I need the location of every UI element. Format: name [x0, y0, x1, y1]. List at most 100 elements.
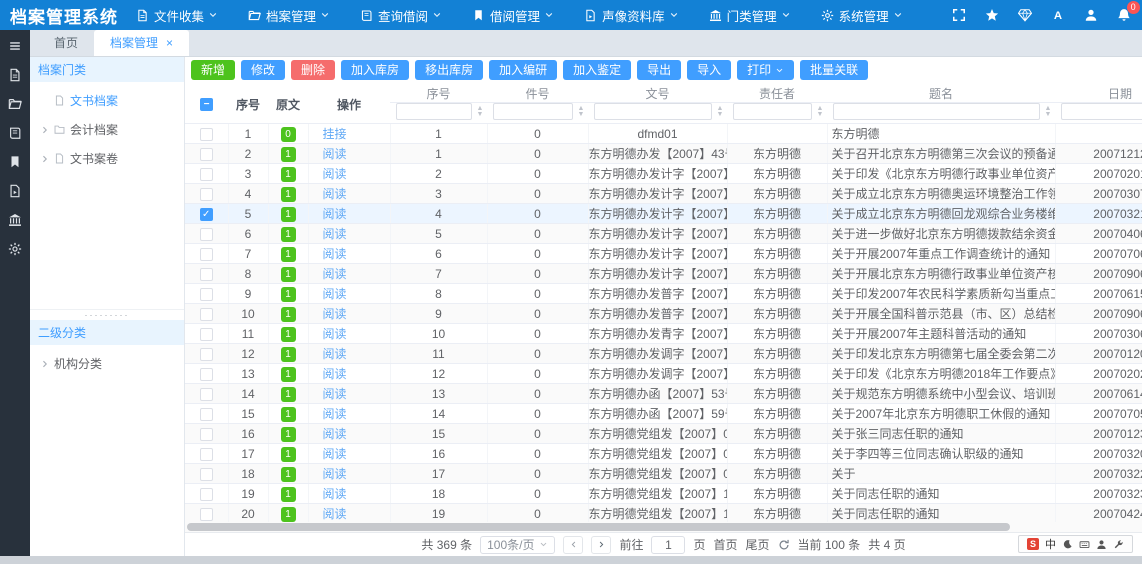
row-checkbox[interactable]	[200, 368, 213, 381]
sort-spinner[interactable]: ▲▼	[1043, 106, 1053, 118]
table-row[interactable]: 61阅读50东方明德办发计字【2007】15号东方明德关于进一步做好北京东方明德…	[185, 224, 1142, 244]
column-header[interactable]: 操作	[308, 83, 390, 124]
tree-item[interactable]: 会计档案	[30, 115, 184, 144]
top-menu-item[interactable]: 门类管理	[709, 6, 791, 25]
toolbar-button[interactable]: 新增	[191, 60, 235, 80]
media-file-icon[interactable]	[8, 184, 22, 198]
column-filter-input[interactable]	[594, 103, 712, 120]
row-checkbox[interactable]	[200, 388, 213, 401]
tree-item[interactable]: 文书案卷	[30, 144, 184, 173]
column-filter-input[interactable]	[833, 103, 1040, 120]
column-header[interactable]: 责任者	[727, 83, 827, 103]
row-checkbox[interactable]	[200, 148, 213, 161]
top-menu-item[interactable]: 查询借阅	[360, 6, 442, 25]
gem-icon[interactable]	[1018, 8, 1032, 22]
row-action-link[interactable]: 阅读	[323, 147, 347, 161]
toolbar-button[interactable]: 导出	[637, 60, 681, 80]
row-checkbox[interactable]	[200, 428, 213, 441]
row-action-link[interactable]: 阅读	[323, 307, 347, 321]
table-row[interactable]: 71阅读60东方明德办发计字【2007】27号东方明德关于开展2007年重点工作…	[185, 244, 1142, 264]
person-icon[interactable]	[1096, 539, 1107, 550]
row-action-link[interactable]: 阅读	[323, 167, 347, 181]
toolbar-button[interactable]: 加入编研	[489, 60, 557, 80]
bookmark-icon[interactable]	[8, 155, 22, 169]
top-menu-item[interactable]: 档案管理	[248, 6, 330, 25]
row-checkbox[interactable]	[200, 268, 213, 281]
column-header[interactable]: 原文	[268, 83, 308, 124]
row-action-link[interactable]: 阅读	[323, 207, 347, 221]
top-menu-item[interactable]: 系统管理	[821, 6, 903, 25]
column-header[interactable]: 序号	[228, 83, 268, 124]
table-row[interactable]: 141阅读130东方明德办函【2007】53号东方明德关于规范东方明德系统中小型…	[185, 384, 1142, 404]
row-action-link[interactable]: 阅读	[323, 287, 347, 301]
horizontal-scrollbar-thumb[interactable]	[187, 523, 1010, 531]
chevron-right-icon[interactable]	[40, 154, 50, 164]
table-row[interactable]: 191阅读180东方明德党组发【2007】10号东方明德关于同志任职的通知200…	[185, 484, 1142, 504]
user-icon[interactable]	[1084, 8, 1098, 22]
wrench-icon[interactable]	[1113, 539, 1124, 550]
toolbar-button[interactable]: 删除	[291, 60, 335, 80]
tab-home[interactable]: 首页	[38, 30, 94, 56]
row-checkbox[interactable]	[200, 448, 213, 461]
table-row[interactable]: 171阅读160东方明德党组发【2007】08号东方明德关于李四等三位同志确认职…	[185, 444, 1142, 464]
toolbar-button[interactable]: 移出库房	[415, 60, 483, 80]
row-action-link[interactable]: 阅读	[323, 427, 347, 441]
toolbar-button[interactable]: 加入库房	[341, 60, 409, 80]
table-row[interactable]: 111阅读100东方明德办发青字【2007】8号东方明德关于开展2007年主题科…	[185, 324, 1142, 344]
table-row[interactable]: 10挂接10dfmd01东方明德	[185, 124, 1142, 144]
row-action-link[interactable]: 阅读	[323, 447, 347, 461]
row-checkbox[interactable]	[200, 188, 213, 201]
table-row[interactable]: 91阅读80东方明德办发普字【2007】25号东方明德关于印发2007年农民科学…	[185, 284, 1142, 304]
row-checkbox[interactable]	[200, 508, 213, 521]
table-row[interactable]: 121阅读110东方明德办发调字【2007】3号东方明德关于印发北京东方明德第七…	[185, 344, 1142, 364]
chevron-right-icon[interactable]	[40, 359, 50, 369]
sort-spinner[interactable]: ▲▼	[715, 106, 725, 118]
panel-splitter[interactable]: ·········	[30, 309, 184, 320]
row-action-link[interactable]: 阅读	[323, 347, 347, 361]
row-checkbox[interactable]	[200, 228, 213, 241]
star-icon[interactable]	[985, 8, 999, 22]
column-header[interactable]: 题名	[827, 83, 1055, 103]
toolbar-button[interactable]: 加入鉴定	[563, 60, 631, 80]
file-icon[interactable]	[8, 68, 22, 82]
column-filter-input[interactable]	[396, 103, 472, 120]
row-action-link[interactable]: 挂接	[323, 127, 347, 141]
table-row[interactable]: 131阅读120东方明德办发调字【2007】5号东方明德关于印发《北京东方明德2…	[185, 364, 1142, 384]
row-action-link[interactable]: 阅读	[323, 367, 347, 381]
row-checkbox[interactable]	[200, 348, 213, 361]
row-checkbox[interactable]	[200, 408, 213, 421]
column-header[interactable]: 件号	[487, 83, 588, 103]
row-checkbox[interactable]	[200, 308, 213, 321]
row-action-link[interactable]: 阅读	[323, 227, 347, 241]
row-action-link[interactable]: 阅读	[323, 507, 347, 521]
row-checkbox[interactable]	[200, 128, 213, 141]
row-action-link[interactable]: 阅读	[323, 467, 347, 481]
top-menu-item[interactable]: 声像资料库	[584, 6, 679, 25]
bank-icon[interactable]	[8, 213, 22, 227]
table-row[interactable]: ✓51阅读40东方明德办发计字【2007】11号东方明德关于成立北京东方明德回龙…	[185, 204, 1142, 224]
folder-icon[interactable]	[8, 97, 22, 111]
row-action-link[interactable]: 阅读	[323, 267, 347, 281]
prev-page-button[interactable]	[563, 536, 583, 554]
sort-spinner[interactable]: ▲▼	[475, 106, 485, 118]
close-icon[interactable]: ×	[166, 30, 173, 56]
top-menu-item[interactable]: 文件收集	[136, 6, 218, 25]
toolbar-button[interactable]: 修改	[241, 60, 285, 80]
menu-icon[interactable]	[8, 39, 22, 53]
moon-icon[interactable]	[1062, 539, 1073, 550]
table-row[interactable]: 181阅读170东方明德党组发【2007】09号东方明德关于20070322	[185, 464, 1142, 484]
ime-logo-icon[interactable]: S	[1027, 538, 1039, 550]
keyboard-icon[interactable]	[1079, 539, 1090, 550]
table-row[interactable]: 31阅读20东方明德办发计字【2007】4号东方明德关于印发《北京东方明德行政事…	[185, 164, 1142, 184]
column-header[interactable]: 文号	[588, 83, 727, 103]
row-checkbox[interactable]	[200, 328, 213, 341]
table-row[interactable]: 21阅读10东方明德办发【2007】43号东方明德关于召开北京东方明德第三次会议…	[185, 144, 1142, 164]
row-action-link[interactable]: 阅读	[323, 187, 347, 201]
toolbar-button[interactable]: 打印	[737, 60, 794, 80]
gear-icon[interactable]	[8, 242, 22, 256]
next-page-button[interactable]	[591, 536, 611, 554]
select-all-checkbox[interactable]: −	[200, 98, 213, 111]
first-page-link[interactable]: 首页	[714, 536, 738, 553]
row-action-link[interactable]: 阅读	[323, 487, 347, 501]
row-action-link[interactable]: 阅读	[323, 407, 347, 421]
